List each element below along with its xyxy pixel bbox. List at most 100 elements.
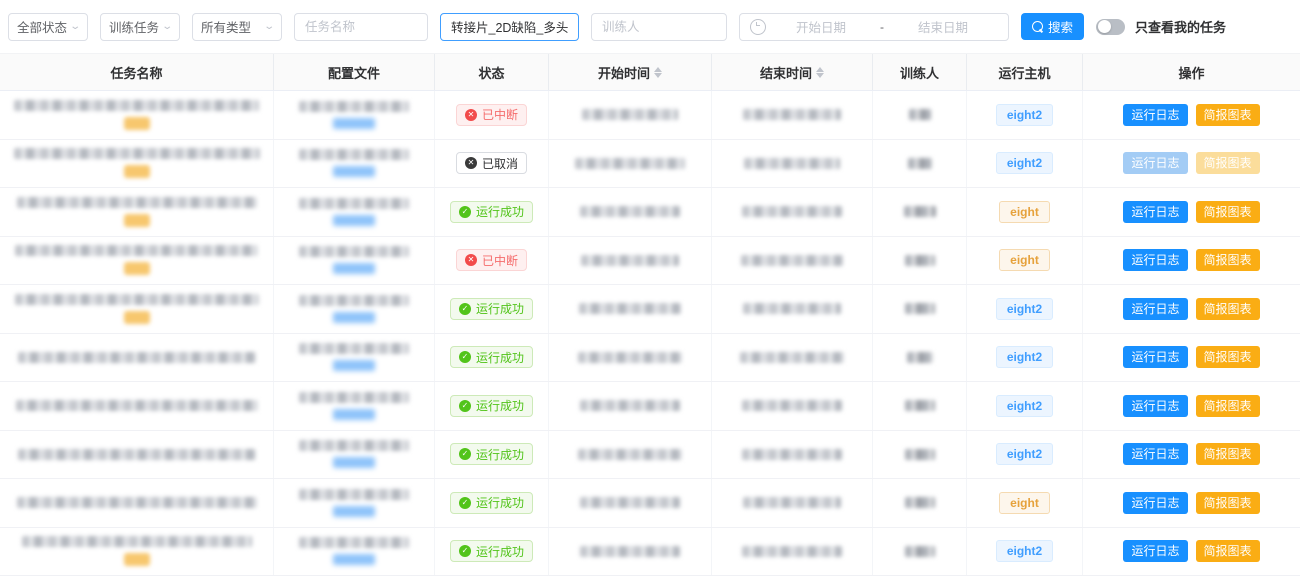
search-button-label: 搜索 (1048, 17, 1073, 36)
toggle-knob (1098, 20, 1111, 33)
config-file-link[interactable] (333, 312, 375, 323)
status-label: 已中断 (482, 252, 518, 269)
config-file-link[interactable] (333, 457, 375, 468)
config-file-link[interactable] (333, 360, 375, 371)
status-cell: ✓ 运行成功 (435, 479, 549, 527)
table-row: ✓ 运行成功 eight2 运行日志 简报图表 (0, 431, 1300, 480)
config-file-link[interactable] (333, 118, 375, 129)
host-cell: eight2 (967, 382, 1083, 430)
redacted-task-name (15, 245, 258, 256)
status-cell: ✕ 已中断 (435, 91, 549, 139)
status-label: 运行成功 (476, 300, 524, 317)
status-select[interactable]: 全部状态 ⌄ (8, 13, 88, 41)
redacted-task-name (14, 148, 260, 159)
run-log-button[interactable]: 运行日志 (1123, 201, 1187, 223)
redacted-task-name (18, 449, 256, 460)
run-log-button[interactable]: 运行日志 (1123, 395, 1187, 417)
redacted-config-file (299, 198, 409, 209)
config-file-link[interactable] (333, 506, 375, 517)
host-badge: eight (999, 201, 1050, 223)
redacted-task-name (16, 400, 258, 411)
run-log-button[interactable]: 运行日志 (1123, 346, 1187, 368)
redacted-trainer (905, 449, 935, 460)
run-log-button[interactable]: 运行日志 (1123, 492, 1187, 514)
task-name-input[interactable] (294, 13, 428, 41)
redacted-trainer (905, 546, 935, 557)
status-icon: ✕ (465, 109, 477, 121)
status-badge: ✓ 运行成功 (450, 298, 533, 320)
report-chart-button[interactable]: 简报图表 (1196, 152, 1260, 174)
table-row: ✕ 已中断 eight2 运行日志 简报图表 (0, 91, 1300, 140)
run-log-button[interactable]: 运行日志 (1123, 249, 1187, 271)
sort-icon[interactable] (654, 67, 662, 78)
status-icon: ✓ (459, 303, 471, 315)
run-log-button[interactable]: 运行日志 (1123, 104, 1187, 126)
status-icon: ✓ (459, 351, 471, 363)
task-name-cell (0, 285, 274, 333)
report-chart-button[interactable]: 简报图表 (1196, 298, 1260, 320)
status-label: 运行成功 (476, 494, 524, 511)
host-badge: eight (999, 249, 1050, 271)
config-file-link[interactable] (333, 166, 375, 177)
date-range-picker[interactable]: 开始日期 - 结束日期 (739, 13, 1009, 41)
task-name-tag (124, 311, 150, 324)
chevron-down-icon: ⌄ (263, 22, 275, 32)
start-time-cell (549, 479, 712, 527)
config-file-cell (274, 528, 435, 576)
run-log-button[interactable]: 运行日志 (1123, 540, 1187, 562)
redacted-start-time (578, 352, 682, 363)
redacted-end-time (743, 303, 841, 314)
report-chart-button[interactable]: 简报图表 (1196, 249, 1260, 271)
column-header-start-time[interactable]: 开始时间 (549, 54, 712, 90)
config-file-link[interactable] (333, 554, 375, 565)
column-header-end-time[interactable]: 结束时间 (712, 54, 873, 90)
host-badge: eight (999, 492, 1050, 514)
task-search-input[interactable] (440, 13, 579, 41)
report-chart-button[interactable]: 简报图表 (1196, 443, 1260, 465)
redacted-config-file (299, 343, 409, 354)
config-file-link[interactable] (333, 263, 375, 274)
type-select[interactable]: 所有类型 ⌄ (192, 13, 282, 41)
start-time-cell (549, 431, 712, 479)
redacted-config-file (299, 489, 409, 500)
status-badge: ✕ 已取消 (456, 152, 527, 174)
host-cell: eight2 (967, 334, 1083, 382)
redacted-task-name (22, 536, 252, 547)
host-cell: eight2 (967, 285, 1083, 333)
start-date-placeholder[interactable]: 开始日期 (766, 17, 876, 36)
config-file-cell (274, 285, 435, 333)
report-chart-button[interactable]: 简报图表 (1196, 201, 1260, 223)
trainer-input[interactable] (591, 13, 727, 41)
report-chart-button[interactable]: 简报图表 (1196, 540, 1260, 562)
search-button[interactable]: 搜索 (1021, 13, 1084, 40)
chevron-down-icon: ⌄ (161, 22, 173, 32)
end-time-cell (712, 479, 873, 527)
end-time-cell (712, 334, 873, 382)
trainer-cell (873, 237, 967, 285)
sort-icon[interactable] (816, 67, 824, 78)
category-select[interactable]: 训练任务 ⌄ (100, 13, 180, 41)
report-chart-button[interactable]: 简报图表 (1196, 492, 1260, 514)
status-label: 已取消 (482, 155, 518, 172)
task-name-tag (124, 214, 150, 227)
actions-cell: 运行日志 简报图表 (1083, 140, 1300, 188)
trainer-cell (873, 431, 967, 479)
report-chart-button[interactable]: 简报图表 (1196, 395, 1260, 417)
status-icon: ✓ (459, 448, 471, 460)
report-chart-button[interactable]: 简报图表 (1196, 346, 1260, 368)
config-file-link[interactable] (333, 409, 375, 420)
end-date-placeholder[interactable]: 结束日期 (888, 17, 998, 36)
run-log-button[interactable]: 运行日志 (1123, 443, 1187, 465)
status-select-value: 全部状态 (17, 17, 67, 36)
my-tasks-toggle[interactable] (1096, 19, 1125, 35)
report-chart-button[interactable]: 简报图表 (1196, 104, 1260, 126)
run-log-button[interactable]: 运行日志 (1123, 298, 1187, 320)
status-icon: ✓ (459, 206, 471, 218)
trainer-cell (873, 91, 967, 139)
redacted-start-time (580, 497, 680, 508)
run-log-button[interactable]: 运行日志 (1123, 152, 1187, 174)
filter-bar: 全部状态 ⌄ 训练任务 ⌄ 所有类型 ⌄ 开始日期 - 结束日期 搜索 只查看我… (0, 0, 1300, 53)
actions-cell: 运行日志 简报图表 (1083, 431, 1300, 479)
config-file-link[interactable] (333, 215, 375, 226)
redacted-task-name (17, 497, 257, 508)
